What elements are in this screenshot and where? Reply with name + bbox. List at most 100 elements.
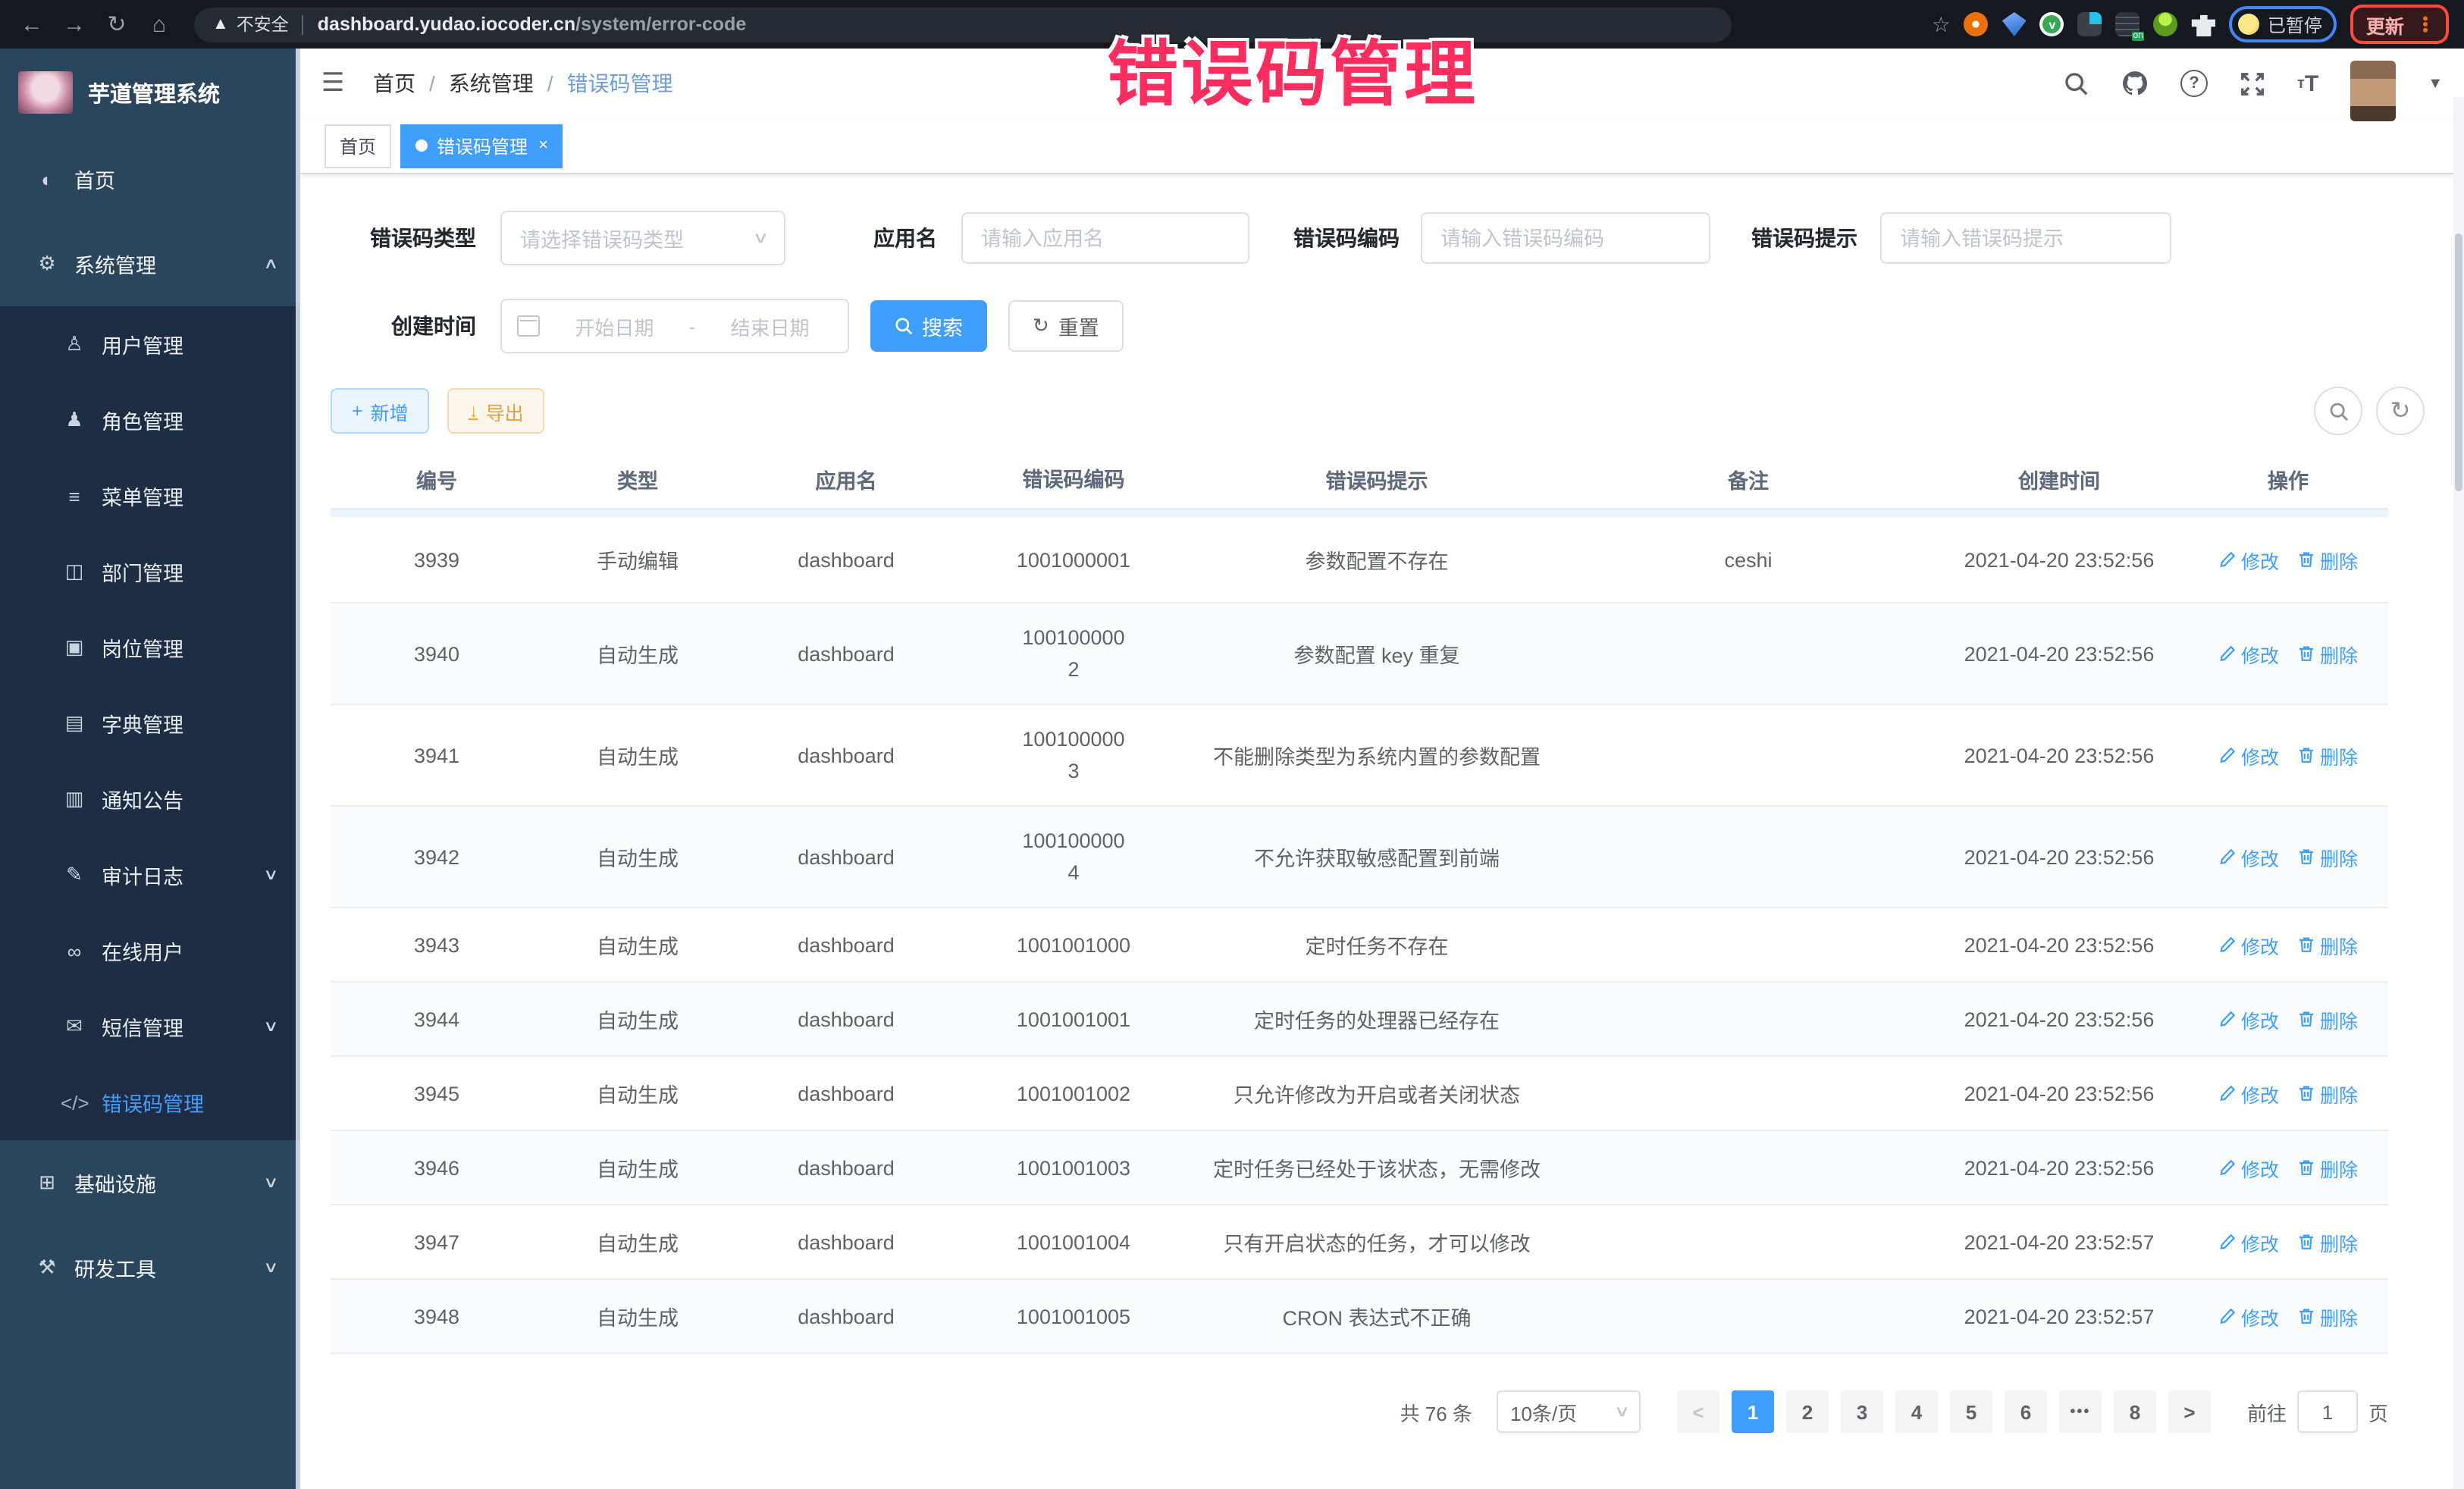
cell-message: 定时任务不存在 bbox=[1187, 908, 1566, 981]
extension-icon[interactable] bbox=[2078, 12, 2102, 36]
search-button[interactable]: 搜索 bbox=[870, 300, 987, 352]
delete-link[interactable]: 删除 bbox=[2297, 1005, 2358, 1033]
delete-link[interactable]: 删除 bbox=[2297, 1302, 2358, 1331]
page-button-6[interactable]: 6 bbox=[2005, 1390, 2047, 1433]
browser-menu-icon[interactable]: ••• bbox=[2422, 15, 2428, 33]
code-input[interactable] bbox=[1421, 212, 1710, 264]
extension-icon[interactable]: on bbox=[2116, 12, 2140, 36]
page-button-3[interactable]: 3 bbox=[1841, 1390, 1883, 1433]
update-button[interactable]: 更新••• bbox=[2351, 5, 2449, 44]
page-scrollbar[interactable] bbox=[2453, 97, 2464, 1489]
reset-button[interactable]: ↻ 重置 bbox=[1008, 300, 1124, 352]
sidebar-item-post[interactable]: ▣岗位管理 bbox=[0, 610, 300, 685]
breadcrumb-system[interactable]: 系统管理 bbox=[449, 68, 534, 99]
close-icon[interactable]: × bbox=[538, 136, 548, 155]
edit-link[interactable]: 修改 bbox=[2218, 1005, 2279, 1033]
table-row: 3947自动生成dashboard1001001004只有开启状态的任务，才可以… bbox=[331, 1205, 2388, 1280]
sidebar-item-label: 菜单管理 bbox=[102, 481, 183, 511]
delete-link[interactable]: 删除 bbox=[2297, 639, 2358, 668]
badge-icon: ▣ bbox=[61, 635, 88, 660]
address-bar[interactable]: ▲ 不安全 dashboard.yudao.iocoder.cn/system/… bbox=[194, 7, 1732, 42]
edit-link[interactable]: 修改 bbox=[2218, 1079, 2279, 1108]
app-input[interactable] bbox=[961, 212, 1249, 264]
fullscreen-icon[interactable] bbox=[2240, 71, 2265, 96]
edit-link[interactable]: 修改 bbox=[2218, 842, 2279, 871]
pager-ellipsis[interactable]: ••• bbox=[2059, 1390, 2102, 1433]
hamburger-icon[interactable]: ☰ bbox=[321, 68, 358, 99]
avatar[interactable] bbox=[2350, 61, 2396, 121]
reload-icon[interactable]: ↻ bbox=[100, 11, 133, 38]
goto-input[interactable] bbox=[2297, 1390, 2358, 1433]
delete-link[interactable]: 删除 bbox=[2297, 842, 2358, 871]
help-icon[interactable]: ? bbox=[2180, 70, 2208, 97]
scrollbar-thumb[interactable] bbox=[2455, 234, 2462, 491]
extensions-puzzle-icon[interactable] bbox=[2192, 12, 2216, 36]
back-icon[interactable]: ← bbox=[15, 11, 49, 37]
logo-row[interactable]: 芋道管理系统 bbox=[0, 49, 300, 136]
paused-badge[interactable]: 已暂停 bbox=[2230, 6, 2337, 42]
edit-link[interactable]: 修改 bbox=[2218, 741, 2279, 770]
edit-link[interactable]: 修改 bbox=[2218, 1302, 2279, 1331]
extension-icon[interactable] bbox=[2154, 12, 2178, 36]
extension-icon[interactable]: v bbox=[2040, 12, 2064, 36]
msg-input[interactable] bbox=[1880, 212, 2171, 264]
breadcrumb-home[interactable]: 首页 bbox=[373, 68, 415, 99]
tab-home[interactable]: 首页 bbox=[324, 124, 391, 168]
page-button-5[interactable]: 5 bbox=[1950, 1390, 1992, 1433]
bookmark-star-icon[interactable]: ☆ bbox=[1932, 11, 1951, 37]
page-button-2[interactable]: 2 bbox=[1786, 1390, 1829, 1433]
tab-error-code[interactable]: 错误码管理 × bbox=[400, 124, 563, 168]
cell-created: 2021-04-20 23:52:57 bbox=[1930, 1205, 2188, 1278]
export-button[interactable]: ↓ 导出 bbox=[448, 388, 545, 434]
page-button-8[interactable]: 8 bbox=[2114, 1390, 2156, 1433]
delete-link[interactable]: 删除 bbox=[2297, 1079, 2358, 1108]
delete-link[interactable]: 删除 bbox=[2297, 741, 2358, 770]
edit-link[interactable]: 修改 bbox=[2218, 930, 2279, 959]
forward-icon[interactable]: → bbox=[58, 11, 91, 37]
sidebar-item-menu[interactable]: ≡菜单管理 bbox=[0, 458, 300, 534]
type-select[interactable]: 请选择错误码类型 ∨ bbox=[500, 211, 785, 265]
sidebar-item-system[interactable]: ⚙系统管理∧ bbox=[0, 221, 300, 306]
extension-icon[interactable] bbox=[1964, 12, 1989, 36]
sidebar-item-infra[interactable]: ⊞基础设施∨ bbox=[0, 1140, 300, 1225]
home-icon[interactable]: ⌂ bbox=[143, 11, 176, 37]
next-page-button[interactable]: > bbox=[2168, 1390, 2211, 1433]
cell-id: 3946 bbox=[331, 1131, 543, 1204]
divider bbox=[303, 14, 304, 34]
delete-link[interactable]: 删除 bbox=[2297, 1153, 2358, 1182]
page-size-select[interactable]: 10条/页 ∨ bbox=[1497, 1390, 1641, 1433]
sidebar-item-notice[interactable]: ▥通知公告 bbox=[0, 761, 300, 837]
sidebar-item-audit-log[interactable]: ✎审计日志∨ bbox=[0, 837, 300, 913]
date-range-picker[interactable]: 开始日期 - 结束日期 bbox=[500, 299, 849, 353]
page-button-4[interactable]: 4 bbox=[1895, 1390, 1938, 1433]
font-size-icon[interactable]: тT bbox=[2297, 71, 2318, 96]
add-button[interactable]: + 新增 bbox=[331, 388, 430, 434]
edit-link[interactable]: 修改 bbox=[2218, 545, 2279, 574]
refresh-table-button[interactable]: ↻ bbox=[2376, 387, 2425, 435]
extension-icon[interactable] bbox=[2002, 12, 2027, 36]
cell-code: 1001001000 bbox=[960, 908, 1187, 981]
sidebar-item-dict[interactable]: ▤字典管理 bbox=[0, 685, 300, 761]
delete-link[interactable]: 删除 bbox=[2297, 930, 2358, 959]
delete-link[interactable]: 删除 bbox=[2297, 1227, 2358, 1256]
sidebar-item-online-user[interactable]: ∞在线用户 bbox=[0, 913, 300, 989]
sidebar-item-role[interactable]: ♟角色管理 bbox=[0, 382, 300, 458]
sidebar-item-error-code[interactable]: </>错误码管理 bbox=[0, 1064, 300, 1140]
edit-link[interactable]: 修改 bbox=[2218, 1227, 2279, 1256]
sidebar-item-home[interactable]: ◐首页 bbox=[0, 136, 300, 221]
sidebar-item-sms[interactable]: ✉短信管理∨ bbox=[0, 989, 300, 1064]
edit-link[interactable]: 修改 bbox=[2218, 639, 2279, 668]
github-icon[interactable] bbox=[2121, 70, 2149, 97]
delete-link[interactable]: 删除 bbox=[2297, 545, 2358, 574]
cell-code: 1001001005 bbox=[960, 1280, 1187, 1353]
prev-page-button[interactable]: < bbox=[1677, 1390, 1719, 1433]
chevron-down-icon[interactable]: ▼ bbox=[2428, 75, 2443, 92]
page-button-1[interactable]: 1 bbox=[1732, 1390, 1774, 1433]
column-header: 类型 bbox=[543, 450, 732, 508]
search-icon[interactable] bbox=[2064, 71, 2089, 96]
show-search-button[interactable] bbox=[2314, 387, 2362, 435]
edit-link[interactable]: 修改 bbox=[2218, 1153, 2279, 1182]
sidebar-item-user[interactable]: ♙用户管理 bbox=[0, 306, 300, 382]
sidebar-item-dept[interactable]: ◫部门管理 bbox=[0, 534, 300, 610]
sidebar-item-dev-tools[interactable]: ⚒研发工具∨ bbox=[0, 1225, 300, 1310]
